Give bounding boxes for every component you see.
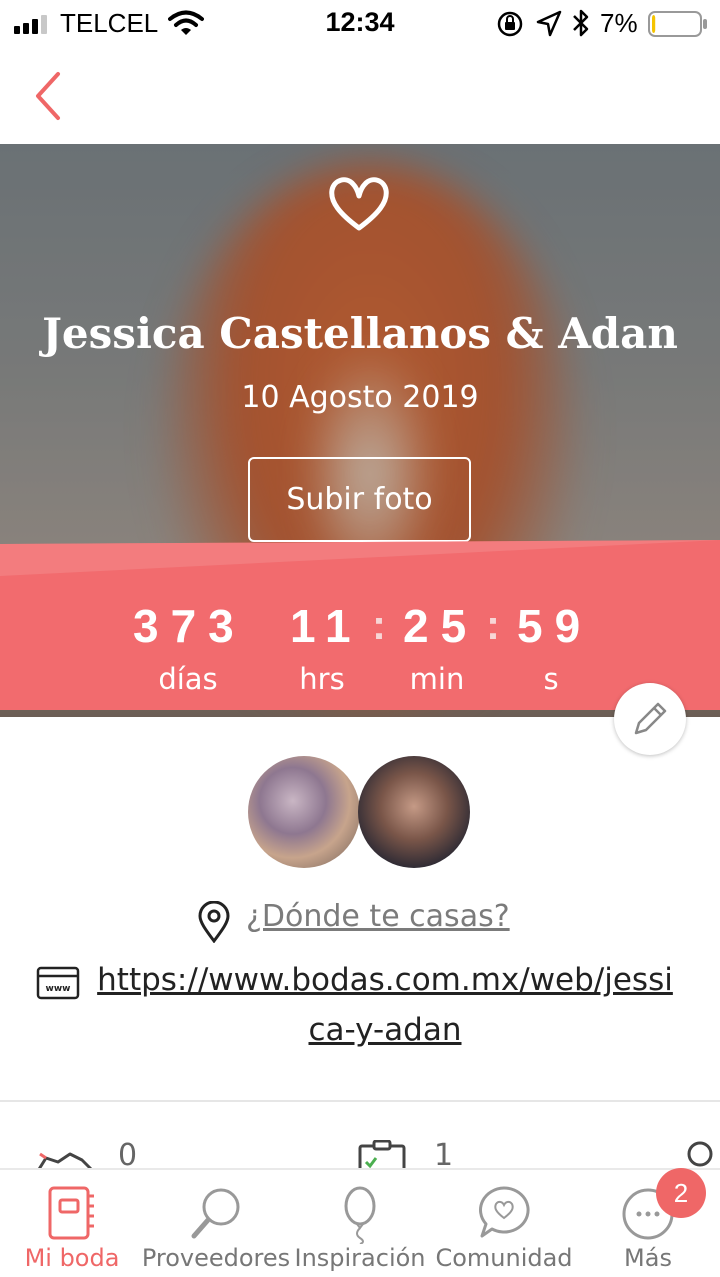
countdown-separator: :: [372, 601, 386, 648]
partner-2-avatar[interactable]: [358, 756, 470, 868]
tab-mi-boda[interactable]: Mi boda: [0, 1170, 144, 1277]
notebook-icon: [48, 1186, 94, 1240]
navigation-bar: [0, 48, 720, 144]
chat-heart-icon: [479, 1186, 530, 1238]
countdown-days-label: días: [158, 662, 218, 696]
tab-comunidad[interactable]: Comunidad: [432, 1170, 576, 1277]
location-row[interactable]: ¿Dónde te casas?: [0, 895, 720, 945]
countdown-hours-label: hrs: [299, 662, 345, 696]
orientation-lock-icon: [497, 11, 523, 37]
status-bar: TELCEL 12:34 7%: [0, 0, 720, 48]
countdown-seconds: 59: [517, 600, 593, 652]
svg-text:www: www: [46, 984, 71, 994]
countdown-separator: :: [486, 601, 500, 648]
tab-label: Inspiración: [294, 1244, 426, 1272]
section-divider: [0, 1100, 720, 1102]
tab-label: Mi boda: [24, 1244, 120, 1272]
tab-label: Proveedores: [141, 1244, 291, 1272]
notification-badge: 2: [656, 1168, 706, 1218]
tab-proveedores[interactable]: Proveedores: [142, 1170, 290, 1277]
tab-bar: Mi boda Proveedores Inspiración Comunida…: [0, 1168, 720, 1277]
countdown-timer: 373 11 : 25 : 59: [0, 599, 720, 659]
battery-icon: [648, 11, 707, 37]
website-link[interactable]: https://www.bodas.com.mx/web/jessica-y-a…: [90, 955, 680, 1055]
partner-1-avatar[interactable]: [248, 756, 360, 868]
countdown-hours: 11: [290, 600, 363, 652]
bluetooth-icon: [573, 9, 589, 37]
tab-label: Comunidad: [435, 1244, 573, 1272]
edit-button[interactable]: [614, 683, 686, 755]
location-link[interactable]: ¿Dónde te casas?: [246, 899, 510, 934]
countdown-minutes: 25: [403, 600, 479, 652]
location-icon: [536, 10, 562, 37]
countdown-minutes-label: min: [409, 662, 465, 696]
website-icon: www: [36, 966, 80, 1000]
balloon-icon: [344, 1186, 376, 1244]
pencil-icon: [634, 702, 667, 735]
countdown-seconds-label: s: [543, 662, 559, 696]
magnifier-icon: [191, 1188, 240, 1239]
tab-inspiracion[interactable]: Inspiración: [288, 1170, 432, 1277]
map-pin-icon: [198, 901, 230, 943]
back-button[interactable]: [28, 68, 68, 124]
battery-percentage: 7%: [600, 8, 638, 38]
tab-label: Más: [624, 1244, 672, 1272]
wedding-hero: Jessica Castellanos & Adan 10 Agosto 201…: [0, 144, 720, 717]
countdown-days: 373: [133, 600, 246, 652]
